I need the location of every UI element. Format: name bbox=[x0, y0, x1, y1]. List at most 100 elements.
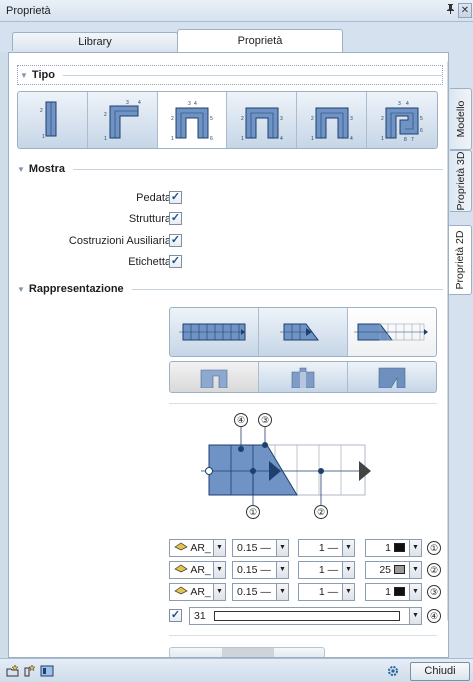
line-type-dropdown[interactable]: 1 — ▼ bbox=[298, 539, 355, 557]
svg-text:4: 4 bbox=[406, 101, 409, 107]
title-bar: Proprietà ✕ bbox=[0, 0, 473, 22]
layer-icon bbox=[174, 586, 188, 598]
section-divider bbox=[72, 168, 443, 170]
chevron-down-icon: ▼ bbox=[409, 562, 421, 578]
chevron-down-icon: ▼ bbox=[213, 562, 225, 578]
representation-cut-outline-button[interactable] bbox=[348, 308, 436, 356]
section-tipo-header[interactable]: ▼ Tipo bbox=[17, 65, 443, 85]
bottom-toolbar: Chiudi bbox=[0, 658, 473, 682]
representation-full-button[interactable] bbox=[170, 308, 259, 356]
svg-text:1: 1 bbox=[311, 136, 314, 142]
side-tab-proprieta-2d[interactable]: Proprietà 2D bbox=[448, 225, 472, 295]
option-struttura: Struttura ✓ bbox=[29, 212, 229, 228]
layer-dropdown[interactable]: AR_ ▼ bbox=[169, 583, 226, 601]
chevron-down-icon: ▼ bbox=[409, 584, 421, 600]
color-swatch bbox=[394, 587, 405, 596]
color-swatch bbox=[394, 543, 405, 552]
gear-icon[interactable] bbox=[386, 664, 400, 678]
struttura-checkbox[interactable]: ✓ bbox=[169, 212, 182, 225]
scrollbar-thumb[interactable] bbox=[447, 61, 448, 621]
tab-proprieta[interactable]: Proprietà bbox=[177, 29, 343, 52]
stair-plan-cut-icon bbox=[280, 323, 319, 341]
color-dropdown[interactable]: 25 ▼ bbox=[365, 561, 422, 579]
detail-style-2-button[interactable] bbox=[259, 362, 348, 392]
color-dropdown[interactable]: 1 ▼ bbox=[365, 583, 422, 601]
section-mostra-header[interactable]: ▼ Mostra bbox=[17, 163, 443, 175]
svg-text:6: 6 bbox=[420, 128, 423, 134]
color-dropdown[interactable]: 1 ▼ bbox=[365, 539, 422, 557]
costruzioni-ausiliaria-checkbox[interactable]: ✓ bbox=[169, 234, 182, 247]
fill-checkbox[interactable]: ✓ bbox=[169, 609, 182, 622]
svg-text:2: 2 bbox=[40, 108, 43, 114]
chevron-down-icon: ▼ bbox=[276, 562, 288, 578]
panel-layout-icon[interactable] bbox=[40, 664, 54, 678]
callout-1-label: ① bbox=[246, 505, 260, 519]
layer-icon bbox=[174, 564, 188, 576]
pin-icon[interactable] bbox=[446, 3, 455, 17]
fill-dropdown[interactable]: 31 ▼ bbox=[189, 607, 422, 625]
save-favorite-icon[interactable] bbox=[23, 664, 37, 678]
stair-plan-full-icon bbox=[179, 323, 246, 341]
chevron-down-icon: ▼ bbox=[342, 540, 354, 556]
option-label: Costruzioni Ausiliaria bbox=[68, 235, 171, 247]
tipo-l-shape-button[interactable]: 3 4 2 1 bbox=[88, 92, 158, 148]
open-favorite-icon[interactable] bbox=[6, 664, 20, 678]
chevron-down-icon: ▼ bbox=[409, 608, 421, 624]
stair-section-icon bbox=[378, 367, 406, 388]
chevron-down-icon: ▼ bbox=[213, 584, 225, 600]
svg-text:4: 4 bbox=[280, 136, 283, 142]
side-tab-proprieta-3d[interactable]: Proprietà 3D bbox=[450, 150, 472, 212]
layer-dropdown[interactable]: AR_ ▼ bbox=[169, 561, 226, 579]
row-number-label: ② bbox=[427, 563, 441, 577]
svg-text:1: 1 bbox=[381, 136, 384, 142]
svg-text:3: 3 bbox=[126, 100, 129, 106]
line-type-dropdown[interactable]: 1 — ▼ bbox=[298, 561, 355, 579]
window-title: Proprietà bbox=[6, 5, 51, 17]
tipo-u-shape-a-button[interactable]: 34 2 5 1 6 bbox=[157, 92, 228, 148]
stair-u-shape-icon: 2 3 1 4 bbox=[241, 107, 283, 142]
pedata-checkbox[interactable]: ✓ bbox=[169, 191, 182, 204]
close-icon[interactable]: ✕ bbox=[458, 3, 472, 18]
line-type-dropdown[interactable]: 1 — ▼ bbox=[298, 583, 355, 601]
option-pedata: Pedata ✓ bbox=[29, 191, 229, 207]
section-title: Tipo bbox=[31, 69, 55, 81]
pen-thickness-dropdown[interactable]: 0.15 — ▼ bbox=[232, 583, 289, 601]
svg-text:4: 4 bbox=[350, 136, 353, 142]
pen-thickness-dropdown[interactable]: 0.15 — ▼ bbox=[232, 561, 289, 579]
layer-icon bbox=[174, 542, 188, 554]
callout-3-label: ③ bbox=[258, 413, 272, 427]
fill-preview bbox=[214, 611, 400, 621]
tipo-u-shape-b-button[interactable]: 2 3 1 4 bbox=[227, 92, 298, 148]
section-divider bbox=[131, 288, 443, 290]
svg-text:5: 5 bbox=[420, 116, 423, 122]
row-number-label: ③ bbox=[427, 585, 441, 599]
tab-library[interactable]: Library bbox=[12, 32, 178, 51]
color-swatch bbox=[394, 565, 405, 574]
tipo-straight-button[interactable]: 21 bbox=[18, 92, 88, 148]
stair-u-shape-icon: 2 3 1 4 bbox=[311, 107, 353, 142]
section-divider bbox=[62, 74, 442, 76]
detail-style-1-button[interactable] bbox=[170, 362, 259, 392]
svg-text:3: 3 bbox=[280, 116, 283, 122]
stair-straight-icon: 21 bbox=[40, 101, 57, 140]
pen-thickness-dropdown[interactable]: 0.15 — ▼ bbox=[232, 539, 289, 557]
tipo-u-shape-c-button[interactable]: 2 3 1 4 bbox=[297, 92, 368, 148]
callout-4-label: ④ bbox=[234, 413, 248, 427]
side-tab-modello[interactable]: Modello bbox=[450, 88, 472, 150]
representation-cut-button[interactable] bbox=[259, 308, 348, 356]
layer-dropdown[interactable]: AR_ ▼ bbox=[169, 539, 226, 557]
option-label: Pedata bbox=[136, 192, 171, 204]
svg-text:1: 1 bbox=[42, 134, 45, 140]
stair-plan-drawing bbox=[201, 427, 371, 505]
chevron-down-icon: ▼ bbox=[17, 284, 25, 294]
etichetta-checkbox[interactable]: ✓ bbox=[169, 255, 182, 268]
detail-style-3-button[interactable] bbox=[348, 362, 436, 392]
section-rappresentazione-header[interactable]: ▼ Rappresentazione bbox=[17, 283, 443, 295]
callout-2-label: ② bbox=[314, 505, 328, 519]
tipo-spiral-button[interactable]: 34 2 5 1 6 87 bbox=[367, 92, 437, 148]
option-label: Etichetta bbox=[128, 256, 171, 268]
close-button[interactable]: Chiudi bbox=[410, 662, 470, 681]
svg-text:2: 2 bbox=[241, 116, 244, 122]
stair-section-icon bbox=[291, 367, 315, 388]
partial-button-bar[interactable] bbox=[169, 647, 325, 657]
